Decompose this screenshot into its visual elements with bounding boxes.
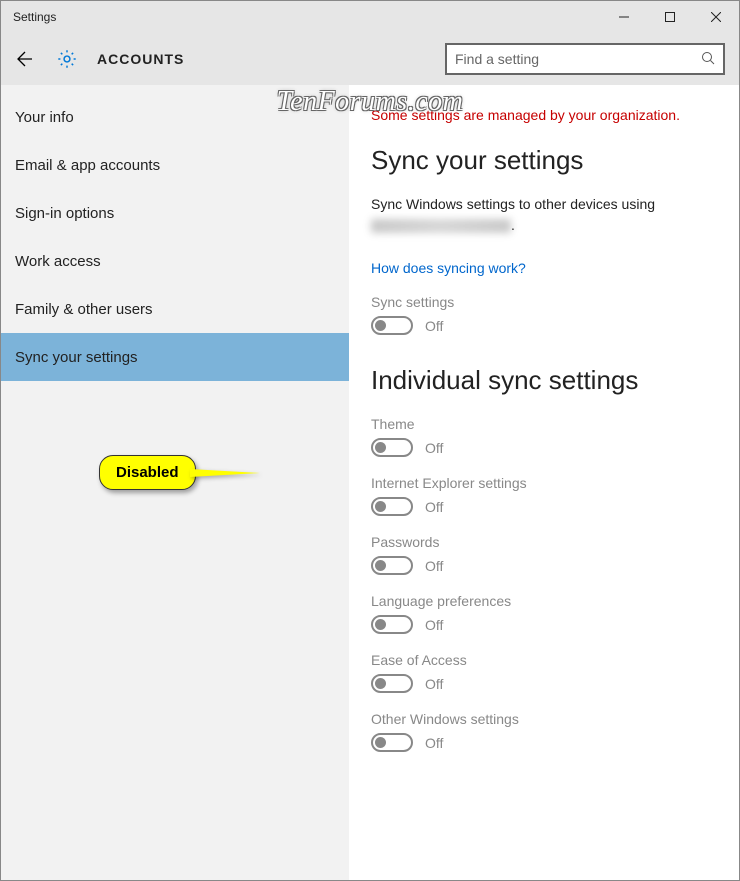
section-title: ACCOUNTS [97,51,184,67]
setting-ease-of-access: Ease of Access Off [371,652,721,693]
toggle-ease-of-access[interactable] [371,674,413,693]
toggle-state: Off [425,735,443,751]
setting-label: Internet Explorer settings [371,475,721,491]
setting-label: Other Windows settings [371,711,721,727]
toggle-language-preferences[interactable] [371,615,413,634]
callout-tail [190,469,260,477]
sidebar: Your info Email & app accounts Sign-in o… [1,85,349,880]
setting-label: Language preferences [371,593,721,609]
sidebar-item-sign-in-options[interactable]: Sign-in options [1,189,349,237]
sidebar-item-family-other-users[interactable]: Family & other users [1,285,349,333]
sidebar-item-your-info[interactable]: Your info [1,93,349,141]
minimize-button[interactable] [601,1,647,33]
search-input[interactable] [455,51,701,67]
desc-text: Sync Windows settings to other devices u… [371,196,655,212]
heading-individual-sync-settings: Individual sync settings [371,365,721,396]
close-button[interactable] [693,1,739,33]
sidebar-item-email-app-accounts[interactable]: Email & app accounts [1,141,349,189]
toggle-theme[interactable] [371,438,413,457]
toggle-other-windows-settings[interactable] [371,733,413,752]
setting-label: Ease of Access [371,652,721,668]
toggle-passwords[interactable] [371,556,413,575]
header: ACCOUNTS [1,33,739,85]
setting-sync-settings: Sync settings Off [371,294,721,335]
toggle-ie-settings[interactable] [371,497,413,516]
toggle-sync-settings[interactable] [371,316,413,335]
back-button[interactable] [5,41,41,77]
window-controls [601,1,739,33]
heading-sync-your-settings: Sync your settings [371,145,721,176]
toggle-state: Off [425,440,443,456]
settings-window: Settings ACCOUNTS [0,0,740,881]
toggle-state: Off [425,499,443,515]
toggle-state: Off [425,318,443,334]
titlebar: Settings [1,1,739,33]
setting-language-preferences: Language preferences Off [371,593,721,634]
callout: Disabled [99,455,260,490]
toggle-state: Off [425,558,443,574]
desc-tail: . [511,217,515,233]
setting-ie-settings: Internet Explorer settings Off [371,475,721,516]
setting-passwords: Passwords Off [371,534,721,575]
toggle-state: Off [425,676,443,692]
body: Your info Email & app accounts Sign-in o… [1,85,739,880]
window-title: Settings [13,10,56,24]
maximize-button[interactable] [647,1,693,33]
callout-label: Disabled [99,455,196,490]
setting-label: Sync settings [371,294,721,310]
toggle-state: Off [425,617,443,633]
setting-theme: Theme Off [371,416,721,457]
gear-icon [53,45,81,73]
redacted-account [371,219,511,233]
policy-notice: Some settings are managed by your organi… [371,107,721,123]
link-how-does-syncing-work[interactable]: How does syncing work? [371,260,526,276]
setting-other-windows-settings: Other Windows settings Off [371,711,721,752]
sidebar-item-work-access[interactable]: Work access [1,237,349,285]
setting-label: Passwords [371,534,721,550]
sync-description: Sync Windows settings to other devices u… [371,194,721,236]
sidebar-item-sync-your-settings[interactable]: Sync your settings [1,333,349,381]
search-icon [701,51,715,68]
search-box[interactable] [445,43,725,75]
setting-label: Theme [371,416,721,432]
main-content: Some settings are managed by your organi… [349,85,739,880]
